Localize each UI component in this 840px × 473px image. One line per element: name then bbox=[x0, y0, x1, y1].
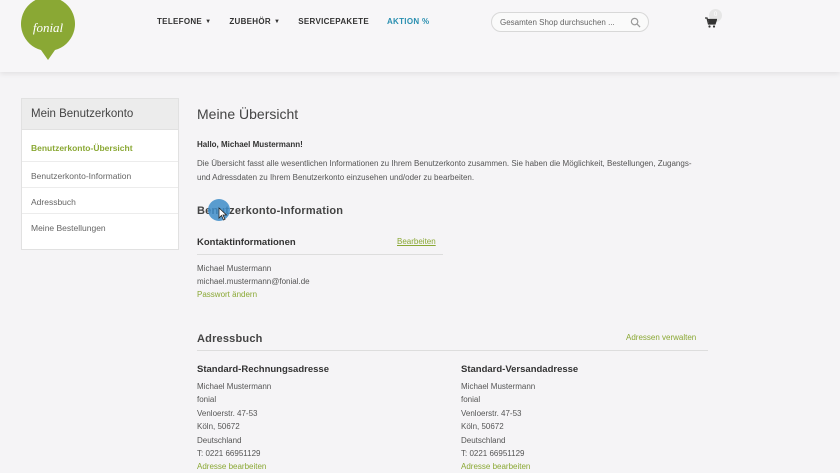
address-line: Michael Mustermann bbox=[197, 382, 272, 391]
address-book-title: Adressbuch bbox=[197, 333, 263, 345]
address-line: Deutschland bbox=[197, 435, 242, 445]
divider bbox=[197, 254, 443, 255]
contact-email: michael.mustermann@fonial.de bbox=[197, 277, 310, 286]
contact-info-title: Kontaktinformationen bbox=[197, 237, 296, 248]
nav-label: ZUBEHÖR bbox=[229, 17, 271, 26]
address-line: T: 0221 66951129 bbox=[197, 449, 261, 459]
divider bbox=[197, 350, 708, 351]
nav-label: SERVICEPAKETE bbox=[298, 17, 369, 26]
billing-address: Michael Mustermann fonial Venloerstr. 47… bbox=[197, 380, 271, 473]
sidebar-item-address-book[interactable]: Adressbuch bbox=[22, 188, 178, 214]
search-icon[interactable] bbox=[630, 17, 641, 28]
billing-address-title: Standard-Rechnungsadresse bbox=[197, 364, 329, 375]
nav-label: TELEFONE bbox=[157, 17, 203, 26]
nav-aktion[interactable]: AKTION % bbox=[387, 17, 429, 26]
address-line: T: 0221 66951129 bbox=[461, 449, 525, 459]
edit-billing-address-link[interactable]: Adresse bearbeiten bbox=[197, 460, 271, 473]
contact-name: Michael Mustermann bbox=[197, 264, 272, 273]
address-line: fonial bbox=[461, 395, 481, 405]
sidebar-item-orders[interactable]: Meine Bestellungen bbox=[22, 214, 178, 240]
sidebar-item-account-info[interactable]: Benutzerkonto-Information bbox=[22, 162, 178, 188]
cart-icon[interactable] bbox=[705, 17, 717, 28]
pointer-cursor-icon bbox=[218, 207, 228, 221]
account-sidebar: Mein Benutzerkonto Benutzerkonto-Übersic… bbox=[21, 98, 179, 250]
page-title: Meine Übersicht bbox=[197, 106, 299, 122]
logo-text: fonial bbox=[33, 20, 64, 35]
search-box bbox=[491, 12, 649, 32]
caret-down-icon: ▼ bbox=[205, 18, 212, 25]
search-input[interactable] bbox=[500, 17, 625, 27]
address-line: Michael Mustermann bbox=[461, 382, 536, 391]
address-line: Deutschland bbox=[461, 435, 506, 445]
edit-shipping-address-link[interactable]: Adresse bearbeiten bbox=[461, 460, 535, 473]
greeting: Hallo, Michael Mustermann! bbox=[197, 140, 303, 149]
shipping-address-title: Standard-Versandadresse bbox=[461, 364, 579, 375]
nav-servicepakete[interactable]: SERVICEPAKETE bbox=[298, 17, 369, 26]
manage-addresses-link[interactable]: Adressen verwalten bbox=[626, 333, 696, 342]
shipping-address: Michael Mustermann fonial Venloerstr. 47… bbox=[461, 380, 535, 473]
intro-text: Die Übersicht fasst alle wesentlichen In… bbox=[197, 159, 692, 182]
address-line: Köln, 50672 bbox=[197, 422, 240, 432]
edit-contact-link[interactable]: Bearbeiten bbox=[397, 237, 436, 246]
nav-label: AKTION % bbox=[386, 17, 430, 26]
fonial-logo[interactable]: fonial bbox=[21, 0, 75, 60]
main-nav: TELEFONE ▼ ZUBEHÖR ▼ SERVICEPAKETE AKTION … bbox=[157, 17, 447, 26]
site-header: fonial TELEFONE ▼ ZUBEHÖR ▼ SERVICEPAKETE … bbox=[0, 0, 840, 72]
nav-telefone[interactable]: TELEFONE ▼ bbox=[157, 17, 211, 26]
change-password-link[interactable]: Passwort ändern bbox=[197, 290, 257, 299]
address-line: Köln, 50672 bbox=[461, 422, 504, 432]
nav-zubehoer[interactable]: ZUBEHÖR ▼ bbox=[229, 17, 280, 26]
caret-down-icon: ▼ bbox=[273, 18, 281, 25]
sidebar-item-overview[interactable]: Benutzerkonto-Übersicht bbox=[22, 130, 178, 162]
sidebar-title: Mein Benutzerkonto bbox=[22, 99, 178, 130]
address-line: fonial bbox=[197, 395, 217, 405]
address-line: Venloerstr. 47-53 bbox=[197, 408, 258, 418]
address-line: Venloerstr. 47-53 bbox=[461, 408, 522, 418]
